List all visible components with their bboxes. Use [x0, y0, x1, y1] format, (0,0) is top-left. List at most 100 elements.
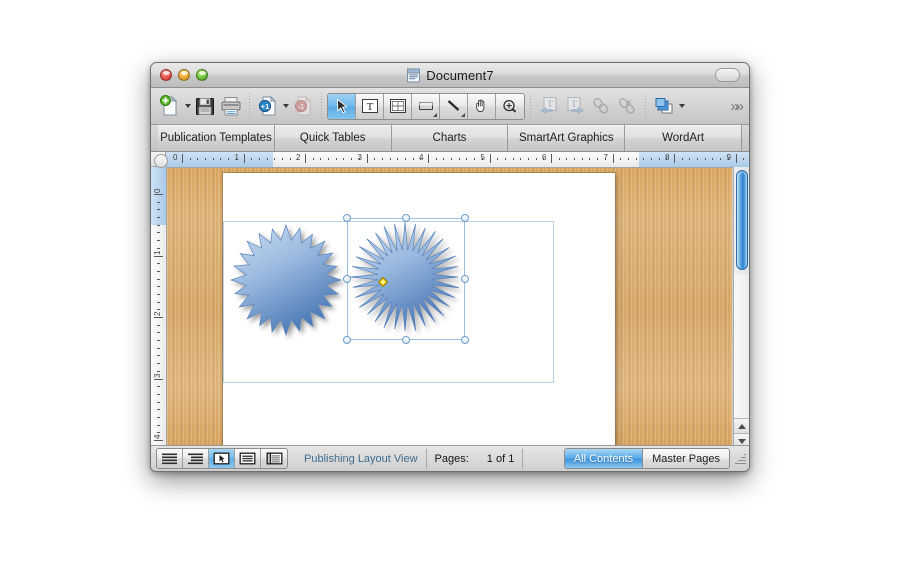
vertical-scrollbar[interactable] — [733, 167, 749, 449]
notebook-layout-view-button[interactable] — [261, 449, 287, 468]
ruler-subtick — [157, 270, 160, 272]
chevron-down-icon — [184, 104, 191, 108]
add-page-button[interactable]: +1 — [255, 93, 281, 119]
svg-text:-1: -1 — [298, 102, 305, 111]
ruler-subtick — [535, 158, 537, 160]
ruler-subtick — [343, 158, 345, 160]
tab-charts[interactable]: Charts — [391, 125, 509, 151]
ruler-subtick — [520, 158, 522, 160]
resize-handle-sw[interactable] — [343, 336, 351, 344]
line-icon — [447, 100, 459, 111]
line-tool[interactable] — [440, 93, 468, 119]
new-document-dropdown[interactable] — [183, 93, 192, 119]
ruler-number: 7 — [603, 153, 608, 162]
toolbar-overflow-button[interactable]: »» — [730, 99, 744, 114]
tab-wordart[interactable]: WordArt — [625, 125, 742, 151]
select-tool[interactable] — [328, 93, 356, 119]
arrange-button[interactable] — [651, 93, 677, 119]
svg-text:T: T — [571, 99, 577, 109]
scrollbar-track[interactable] — [734, 274, 749, 419]
svg-text:+1: +1 — [261, 102, 269, 111]
arrow-down-icon — [737, 439, 746, 444]
canvas-desk[interactable] — [167, 168, 732, 449]
add-page-dropdown[interactable] — [281, 93, 290, 119]
shape-tool[interactable] — [412, 93, 440, 119]
resize-handle-ne[interactable] — [461, 214, 469, 222]
print-layout-view-button[interactable] — [235, 449, 261, 468]
ruler-subtick — [466, 158, 468, 160]
tab-label: SmartArt Graphics — [519, 132, 614, 144]
tabbar-left-edge — [151, 125, 158, 151]
ruler-subtick — [328, 158, 330, 160]
resize-handle-s[interactable] — [401, 336, 410, 344]
resize-handle-w[interactable] — [343, 274, 351, 283]
ruler-subtick — [157, 340, 160, 342]
yellow-diamond-adjust-handle[interactable] — [377, 274, 389, 288]
arrange-icon — [651, 93, 677, 119]
text-box-icon: T — [361, 99, 378, 113]
horizontal-ruler[interactable]: 0 1 2 3 4 5 6 7 8 9 — [151, 152, 749, 168]
ruler-subtick — [157, 347, 160, 349]
text-flow-previous-button[interactable]: T — [536, 93, 562, 119]
save-button[interactable] — [192, 93, 218, 119]
ruler-number: 4 — [419, 153, 424, 162]
text-flow-next-button[interactable]: T — [562, 93, 588, 119]
zoom-tool[interactable] — [496, 93, 524, 119]
outline-view-button[interactable] — [183, 449, 209, 468]
ruler-subtick — [281, 158, 283, 160]
vertical-ruler[interactable]: 0 1 2 3 4 — [151, 167, 167, 449]
ruler-tick — [551, 154, 552, 163]
starburst-shape-unselected[interactable] — [229, 221, 345, 343]
arrange-dropdown[interactable] — [677, 93, 686, 119]
ruler-subtick — [157, 309, 160, 311]
ruler-origin-knob[interactable] — [154, 154, 168, 168]
shape-icon — [418, 102, 433, 110]
tab-quick-tables[interactable]: Quick Tables — [274, 125, 392, 151]
draft-view-icon — [162, 453, 177, 465]
segment-master-pages[interactable]: Master Pages — [643, 449, 729, 468]
print-button[interactable] — [218, 93, 244, 119]
unlink-icon — [614, 93, 640, 119]
resize-handle-n[interactable] — [401, 214, 410, 222]
resize-handle-nw[interactable] — [343, 214, 351, 222]
toolbar-separator — [530, 93, 531, 119]
tab-smartart-graphics[interactable]: SmartArt Graphics — [508, 125, 626, 151]
application-window: Document7 +1 -1 T T T »» Publication Tem… — [150, 62, 750, 472]
ruler-subtick — [157, 424, 160, 426]
resize-handle-se[interactable] — [461, 336, 469, 344]
ruler-tick — [154, 317, 163, 318]
arrow-cursor-icon — [336, 99, 347, 114]
toolbar-toggle-button[interactable] — [715, 68, 740, 82]
hand-tool[interactable] — [468, 93, 496, 119]
ruler-subtick — [658, 158, 660, 160]
ruler-subtick — [589, 158, 591, 160]
publishing-layout-view-button[interactable] — [209, 449, 235, 468]
ruler-subtick — [157, 401, 160, 403]
ruler-subtick — [205, 158, 207, 160]
remove-page-icon: -1 — [290, 93, 316, 119]
resize-handle-e[interactable] — [461, 274, 469, 283]
segment-all-contents[interactable]: All Contents — [564, 449, 644, 468]
ruler-tick — [674, 154, 675, 163]
ruler-subtick — [157, 201, 160, 203]
ruler-subtick — [558, 158, 560, 160]
ruler-subtick — [635, 158, 637, 160]
horizontal-ruler-ticks: 0 1 2 3 4 5 6 7 8 9 — [151, 152, 749, 167]
tab-publication-templates[interactable]: Publication Templates — [158, 125, 275, 151]
pages-label: Pages: — [434, 452, 469, 465]
new-doc-icon — [157, 93, 183, 119]
draft-view-button[interactable] — [157, 449, 183, 468]
document-page[interactable] — [223, 173, 615, 449]
ruler-subtick — [650, 158, 652, 160]
resize-grip[interactable] — [733, 452, 747, 466]
main-toolbar: +1 -1 T T T »» — [151, 88, 749, 125]
arrow-up-icon — [737, 424, 746, 429]
ruler-subtick — [157, 393, 160, 395]
new-document-button[interactable] — [157, 93, 183, 119]
scroll-up-arrow[interactable] — [734, 418, 749, 434]
table-tool[interactable] — [384, 93, 412, 119]
text-box-tool[interactable]: T — [356, 93, 384, 119]
scrollbar-thumb[interactable] — [736, 170, 748, 270]
ruler-subtick — [643, 158, 645, 160]
ruler-subtick — [397, 158, 399, 160]
